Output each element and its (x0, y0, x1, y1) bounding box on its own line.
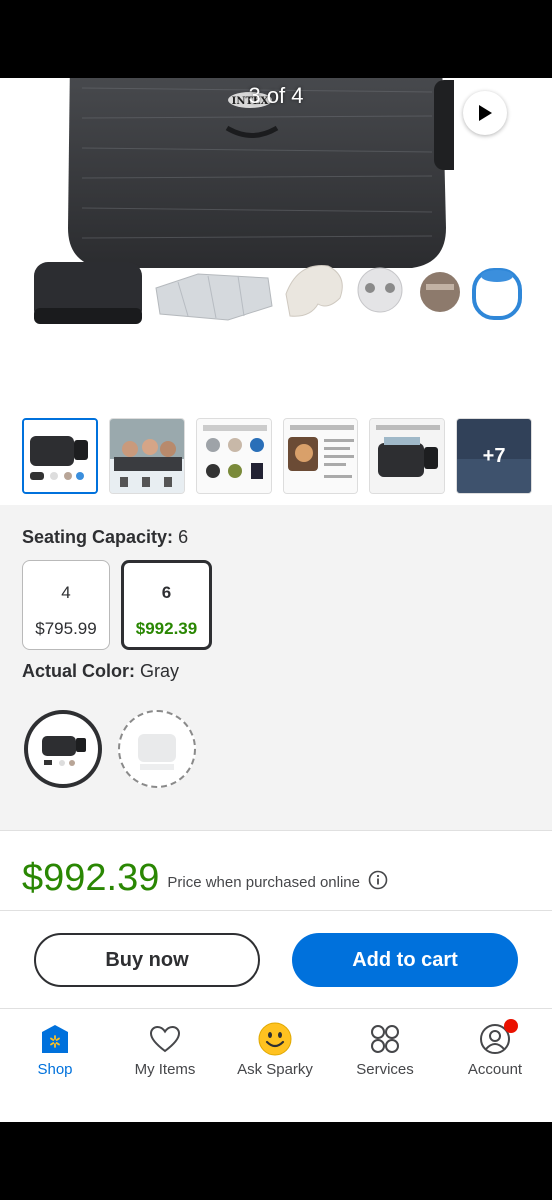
thumbnail-6[interactable]: +7 (456, 418, 532, 494)
heart-icon (149, 1025, 181, 1053)
current-price: $992.39 (22, 856, 160, 899)
thumbnail-3[interactable] (195, 418, 272, 494)
thumbnail-1[interactable] (22, 418, 98, 494)
price-note: Price when purchased online (167, 873, 360, 891)
color-label: Actual Color: Gray (22, 661, 180, 681)
seating-option-6[interactable]: 6 $992.39 (121, 560, 212, 650)
seating-option-4[interactable]: 4 $795.99 (22, 560, 110, 650)
product-screen: INTEX 3 of 4 +7 Seating Capacity: 6 4 $7… (0, 78, 552, 1122)
play-video-button[interactable] (463, 91, 507, 135)
color-swatch-white[interactable] (118, 710, 196, 788)
tab-account[interactable]: Account (440, 1019, 550, 1078)
add-to-cart-button[interactable]: Add to cart (292, 933, 518, 987)
more-images-overlay: +7 (457, 419, 531, 493)
sparky-icon (258, 1022, 292, 1056)
tab-ask-sparky[interactable]: Ask Sparky (220, 1021, 330, 1078)
tab-my-items[interactable]: My Items (110, 1021, 220, 1078)
variant-selector: Seating Capacity: 6 4 $795.99 6 $992.39 … (0, 505, 552, 831)
info-icon[interactable] (368, 870, 388, 895)
services-icon (371, 1025, 399, 1053)
thumbnail-5[interactable] (369, 418, 446, 494)
shop-icon (42, 1025, 68, 1053)
tab-services[interactable]: Services (330, 1021, 440, 1078)
tab-shop[interactable]: Shop (0, 1021, 110, 1078)
play-icon (479, 105, 492, 121)
thumbnail-4[interactable] (282, 418, 359, 494)
notification-badge (504, 1019, 518, 1033)
buy-now-button[interactable]: Buy now (34, 933, 260, 987)
price-section: $992.39 Price when purchased online (22, 848, 532, 908)
accessories-image (34, 262, 522, 324)
color-swatch-gray[interactable] (24, 710, 102, 788)
seating-capacity-label: Seating Capacity: 6 (22, 527, 189, 547)
thumbnail-2[interactable] (108, 418, 185, 494)
thumbnail-strip: +7 (22, 418, 532, 494)
divider (0, 910, 552, 911)
bottom-tab-bar: Shop My Items Ask Sparky Services Accoun… (0, 1008, 552, 1122)
